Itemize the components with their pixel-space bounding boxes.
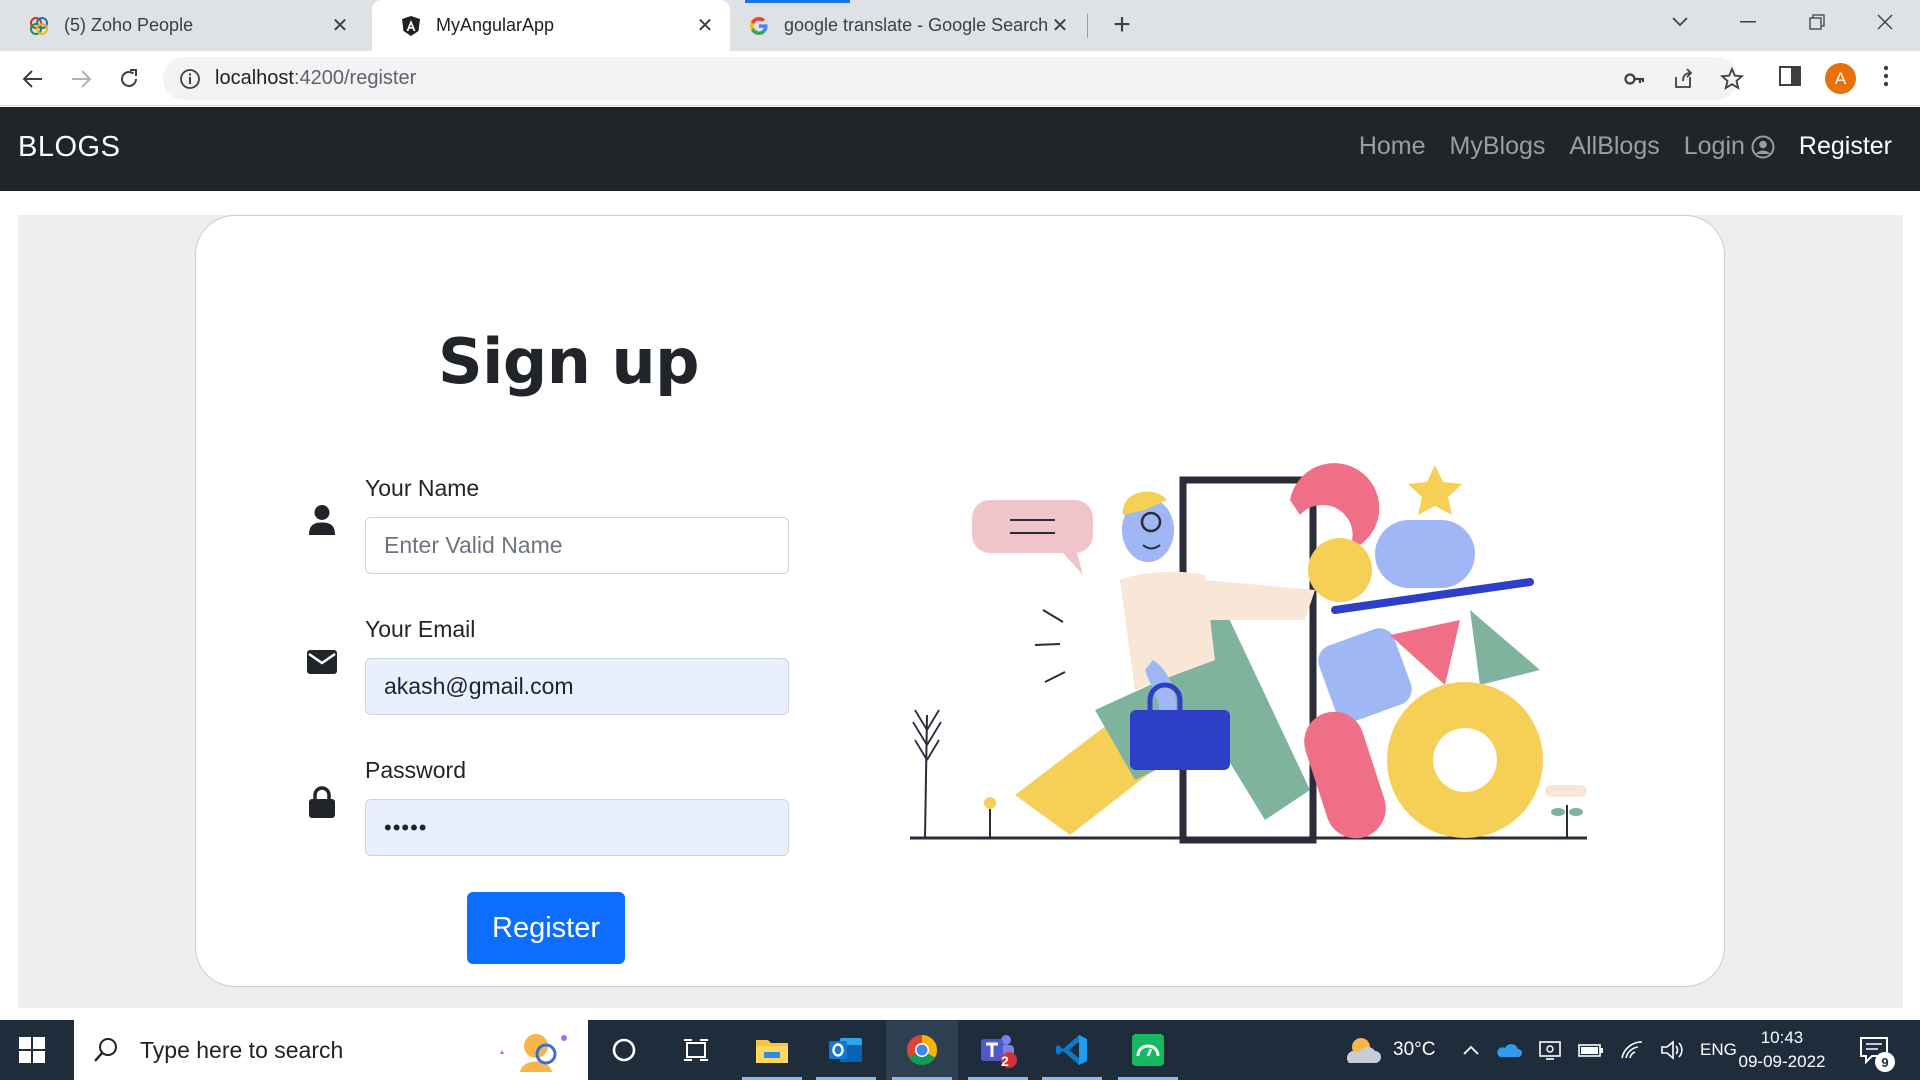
user-circle-icon bbox=[1751, 135, 1775, 158]
minimize-button[interactable] bbox=[1718, 0, 1778, 44]
search-icon bbox=[94, 1038, 117, 1062]
key-icon[interactable] bbox=[1623, 67, 1647, 91]
signup-illustration bbox=[910, 463, 1587, 844]
nav-links: Home MyBlogs AllBlogs Login Register bbox=[1359, 132, 1892, 161]
side-panel-icon[interactable] bbox=[1777, 63, 1803, 89]
bookmark-star-icon[interactable] bbox=[1720, 67, 1744, 91]
weather-widget[interactable]: 30°C bbox=[1345, 1020, 1435, 1080]
outlook-icon[interactable] bbox=[810, 1020, 882, 1080]
tab-my-angular-app[interactable]: MyAngularApp ✕ bbox=[372, 0, 730, 51]
taskbar-clock[interactable]: 10:43 09-09-2022 bbox=[1733, 1026, 1831, 1074]
reload-button[interactable] bbox=[113, 63, 145, 95]
cloud-app-icon[interactable] bbox=[1112, 1020, 1184, 1080]
wifi-icon[interactable] bbox=[1620, 1040, 1644, 1060]
tab-google-search[interactable]: google translate - Google Search ✕ bbox=[730, 0, 1085, 51]
clock-date: 09-09-2022 bbox=[1738, 1052, 1826, 1071]
weather-icon bbox=[1346, 1038, 1381, 1063]
task-view-icon[interactable] bbox=[660, 1020, 732, 1080]
clock-time: 10:43 bbox=[1760, 1028, 1804, 1047]
name-input[interactable] bbox=[365, 517, 789, 574]
nav-link-login[interactable]: Login bbox=[1684, 132, 1775, 161]
password-input[interactable]: ••••• bbox=[365, 799, 789, 856]
page-title: Sign up bbox=[438, 325, 700, 398]
close-tab-icon[interactable]: ✕ bbox=[1049, 13, 1071, 38]
password-label: Password bbox=[365, 757, 466, 783]
browser-toolbar: localhost:4200/register A bbox=[0, 51, 1920, 106]
nav-link-register[interactable]: Register bbox=[1799, 132, 1892, 161]
teams-badge: 2 bbox=[1001, 1053, 1009, 1069]
nav-link-home[interactable]: Home bbox=[1359, 132, 1426, 161]
search-placeholder: Type here to search bbox=[140, 1036, 344, 1063]
tab-search-chevron-icon[interactable] bbox=[1650, 0, 1710, 44]
brand-logo[interactable]: BLOGS bbox=[18, 131, 120, 164]
nav-link-allblogs[interactable]: AllBlogs bbox=[1569, 132, 1659, 161]
app-navbar: BLOGS Home MyBlogs AllBlogs Login Regist… bbox=[0, 107, 1920, 191]
google-icon bbox=[748, 15, 770, 37]
new-tab-button[interactable]: + bbox=[1105, 8, 1139, 42]
zoho-icon bbox=[28, 15, 50, 37]
language-indicator[interactable]: ENG bbox=[1700, 1040, 1737, 1060]
email-label: Your Email bbox=[365, 616, 476, 642]
teams-icon[interactable]: 2 bbox=[962, 1020, 1034, 1080]
notification-badge: 9 bbox=[1875, 1052, 1895, 1072]
share-icon[interactable] bbox=[1671, 67, 1695, 91]
weather-temp: 30°C bbox=[1393, 1039, 1436, 1060]
cortana-icon[interactable] bbox=[588, 1020, 660, 1080]
windows-taskbar: Type here to search 2 30°C ENG 10:43 09-… bbox=[0, 1020, 1920, 1080]
close-tab-icon[interactable]: ✕ bbox=[329, 13, 351, 38]
register-button[interactable]: Register bbox=[467, 892, 625, 964]
back-button[interactable] bbox=[17, 63, 49, 95]
angular-icon bbox=[400, 15, 422, 37]
close-tab-icon[interactable]: ✕ bbox=[694, 13, 716, 38]
vscode-icon[interactable] bbox=[1036, 1020, 1108, 1080]
chrome-icon[interactable] bbox=[886, 1020, 958, 1080]
display-icon[interactable] bbox=[1538, 1039, 1562, 1061]
site-info-icon[interactable] bbox=[179, 68, 201, 90]
email-input[interactable] bbox=[365, 658, 789, 715]
volume-icon[interactable] bbox=[1660, 1040, 1684, 1060]
system-tray: ENG bbox=[1462, 1020, 1737, 1080]
tab-zoho-people[interactable]: (5) Zoho People ✕ bbox=[0, 0, 365, 51]
tab-title: MyAngularApp bbox=[436, 15, 555, 35]
close-window-button[interactable] bbox=[1855, 0, 1915, 44]
battery-icon[interactable] bbox=[1578, 1042, 1604, 1058]
nav-link-myblogs[interactable]: MyBlogs bbox=[1450, 132, 1546, 161]
restore-button[interactable] bbox=[1787, 0, 1847, 44]
name-label: Your Name bbox=[365, 475, 480, 501]
search-highlight-icon bbox=[500, 1034, 567, 1072]
file-explorer-icon[interactable] bbox=[736, 1020, 808, 1080]
chevron-up-icon[interactable] bbox=[1462, 1044, 1480, 1056]
lock-icon bbox=[305, 785, 339, 819]
tab-title: google translate - Google Search bbox=[784, 15, 1049, 35]
url-text: localhost:4200/register bbox=[215, 67, 417, 89]
profile-avatar[interactable]: A bbox=[1825, 63, 1856, 94]
windows-start-icon[interactable] bbox=[18, 1036, 46, 1064]
nav-link-login-label: Login bbox=[1683, 132, 1745, 160]
forward-button[interactable] bbox=[65, 63, 97, 95]
tab-separator bbox=[1087, 14, 1088, 38]
tab-title: (5) Zoho People bbox=[64, 15, 194, 35]
browser-tab-strip: (5) Zoho People ✕ MyAngularApp ✕ google … bbox=[0, 0, 1920, 51]
user-icon bbox=[305, 503, 339, 537]
kebab-menu-icon[interactable] bbox=[1873, 63, 1899, 89]
taskbar-search[interactable]: Type here to search bbox=[74, 1020, 588, 1080]
onedrive-icon[interactable] bbox=[1496, 1041, 1522, 1059]
envelope-icon bbox=[305, 645, 339, 679]
address-bar[interactable]: localhost:4200/register bbox=[163, 57, 1744, 100]
